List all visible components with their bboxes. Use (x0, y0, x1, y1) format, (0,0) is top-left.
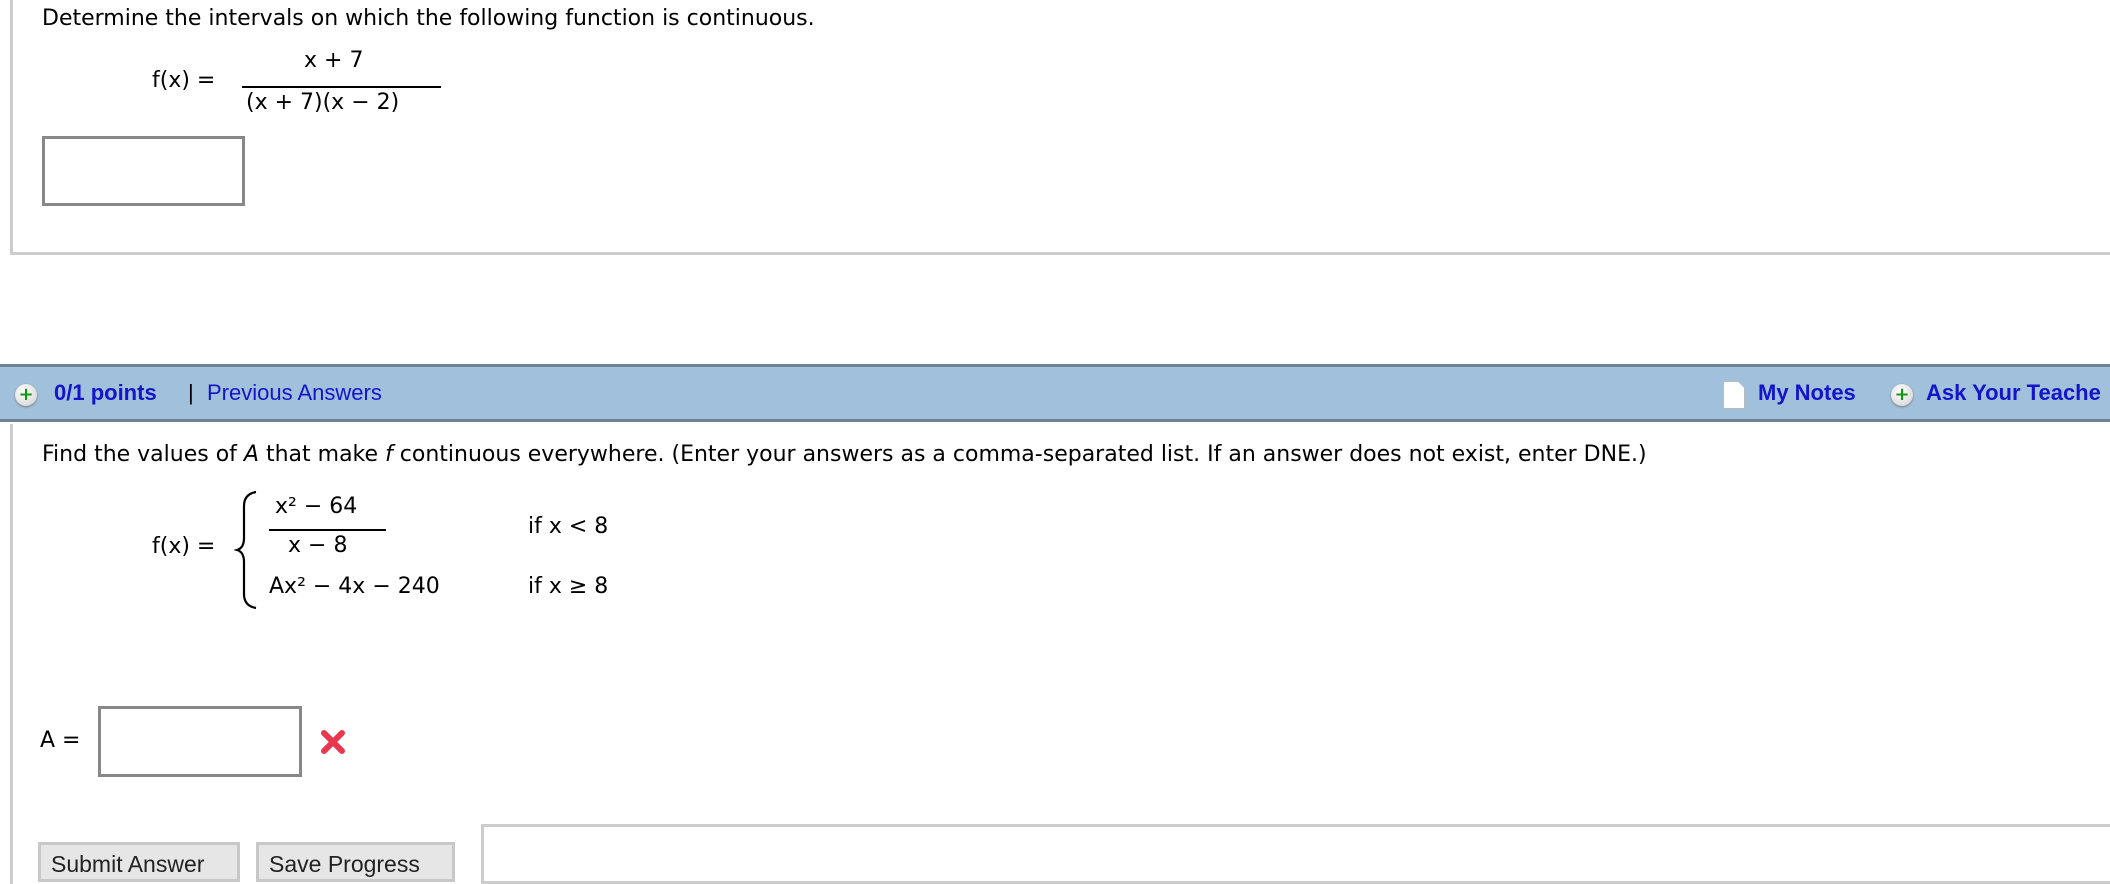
question-1-denominator: (x + 7)(x − 2) (246, 90, 400, 115)
piece-1-condition: if x < 8 (528, 514, 609, 539)
save-progress-button[interactable]: Save Progress (256, 842, 455, 882)
piece-1-denominator: x − 8 (288, 533, 348, 558)
variable-f: f (385, 442, 393, 467)
response-box (481, 824, 2110, 884)
my-notes-link[interactable]: My Notes (1758, 380, 1856, 406)
piece-2-expression: Ax² − 4x − 240 (269, 574, 440, 599)
question-2-header: + 0/1 points | Previous Answers My Notes… (0, 364, 2110, 422)
question-2-prompt: Find the values of A that make f continu… (42, 442, 1647, 467)
note-icon[interactable] (1723, 381, 1745, 409)
question-1-function-label: f(x) = (152, 68, 216, 93)
prompt-text: that make (258, 442, 386, 467)
question-1-prompt: Determine the intervals on which the fol… (42, 6, 815, 31)
fraction-bar (269, 529, 386, 531)
prompt-text: continuous everywhere. (Enter your answe… (392, 442, 1647, 467)
fraction-bar (242, 86, 441, 88)
separator: | (188, 380, 194, 405)
incorrect-x-icon (321, 730, 345, 754)
submit-answer-button[interactable]: Submit Answer (38, 842, 240, 882)
question-2-panel-border (10, 424, 13, 884)
A-answer-input[interactable] (98, 706, 302, 777)
expand-plus-icon[interactable]: + (15, 384, 37, 406)
ask-teacher-plus-icon[interactable]: + (1891, 384, 1913, 406)
question-2-function-label: f(x) = (152, 534, 216, 559)
previous-answers-link[interactable]: Previous Answers (207, 380, 382, 406)
ask-your-teacher-link[interactable]: Ask Your Teache (1926, 380, 2101, 406)
piece-1-numerator: x² − 64 (275, 494, 358, 519)
question-1-answer-input[interactable] (42, 136, 245, 206)
question-1-numerator: x + 7 (304, 48, 364, 73)
answer-label: A = (40, 728, 81, 753)
piece-2-condition: if x ≥ 8 (528, 574, 609, 599)
question-1-panel (10, 0, 2110, 255)
left-brace-icon (234, 490, 257, 610)
variable-A: A (243, 442, 259, 467)
prompt-text: Find the values of (42, 442, 244, 467)
points-label: 0/1 points (54, 380, 157, 405)
